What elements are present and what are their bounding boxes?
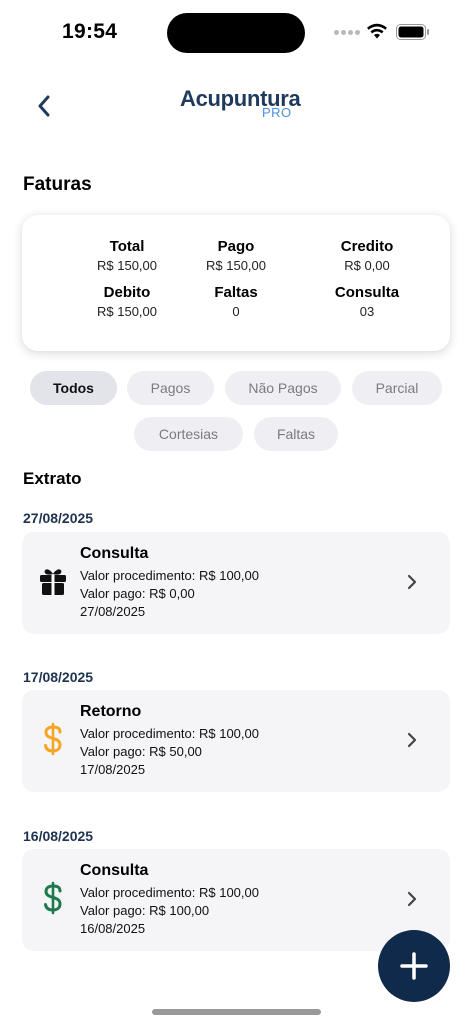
entry-title: Consulta	[80, 862, 149, 879]
status-bar: 19:54	[0, 0, 472, 64]
entry-date: 27/08/2025	[80, 604, 146, 619]
stat-faltas-value: 0	[232, 304, 240, 319]
stat-credito-value: R$ 0,00	[344, 258, 390, 273]
invoice-entry-card[interactable]: Retorno Valor procedimento: R$ 100,00 Va…	[22, 690, 450, 792]
entry-title: Retorno	[80, 703, 142, 720]
home-indicator[interactable]	[152, 1009, 321, 1015]
filter-chip-nao-pagos[interactable]: Não Pagos	[225, 371, 341, 405]
app-logo: Acupuntura PRO	[180, 86, 301, 126]
chevron-right-icon	[407, 574, 417, 590]
filter-chip-cortesias[interactable]: Cortesias	[134, 417, 243, 451]
dynamic-island	[167, 13, 305, 53]
invoice-entry-card[interactable]: Consulta Valor procedimento: R$ 100,00 V…	[22, 532, 450, 634]
entry-valor-pago: Valor pago: R$ 50,00	[80, 744, 202, 759]
filter-chip-todos[interactable]: Todos	[30, 371, 117, 405]
invoice-entry-card[interactable]: Consulta Valor procedimento: R$ 100,00 V…	[22, 849, 450, 951]
stat-consulta-value: 03	[359, 304, 375, 319]
battery-icon	[396, 24, 429, 40]
stat-faltas-label: Faltas	[214, 284, 258, 301]
dollar-icon	[36, 722, 70, 756]
stat-consulta: Consulta 03	[302, 284, 432, 319]
add-invoice-button[interactable]	[378, 930, 450, 1002]
entry-title: Consulta	[80, 545, 149, 562]
entry-valor-procedimento: Valor procedimento: R$ 100,00	[80, 726, 259, 741]
chevron-right-icon	[407, 732, 417, 748]
entry-valor-procedimento: Valor procedimento: R$ 100,00	[80, 885, 259, 900]
stat-faltas: Faltas 0	[171, 284, 301, 319]
gift-icon	[36, 564, 70, 598]
entry-valor-pago: Valor pago: R$ 100,00	[80, 903, 210, 918]
stat-pago-label: Pago	[217, 238, 255, 255]
filter-chip-parcial[interactable]: Parcial	[352, 371, 442, 405]
page-title: Faturas	[23, 174, 92, 195]
status-time: 19:54	[62, 20, 118, 43]
chevron-left-icon	[38, 95, 50, 117]
plus-icon	[400, 952, 428, 980]
stat-consulta-label: Consulta	[334, 284, 400, 301]
filter-chip-faltas[interactable]: Faltas	[254, 417, 338, 451]
cellular-signal-icon	[334, 30, 360, 36]
extrato-title: Extrato	[23, 469, 82, 488]
stat-credito-label: Credito	[340, 238, 394, 255]
logo-sub-text: PRO	[262, 105, 292, 120]
entry-date: 17/08/2025	[80, 762, 146, 777]
chevron-right-icon	[407, 891, 417, 907]
dollar-icon	[36, 881, 70, 915]
stat-credito: Credito R$ 0,00	[302, 238, 432, 273]
date-header: 16/08/2025	[23, 828, 94, 844]
stat-pago-value: R$ 150,00	[206, 258, 266, 273]
entry-valor-procedimento: Valor procedimento: R$ 100,00	[80, 568, 259, 583]
entry-date: 16/08/2025	[80, 921, 146, 936]
stat-pago: Pago R$ 150,00	[171, 238, 301, 273]
filter-chip-pagos[interactable]: Pagos	[127, 371, 214, 405]
date-header: 17/08/2025	[23, 669, 94, 685]
date-header: 27/08/2025	[23, 510, 94, 526]
wifi-icon	[367, 23, 387, 39]
summary-card: Total R$ 150,00 Pago R$ 150,00 Credito R…	[22, 215, 450, 351]
entry-valor-pago: Valor pago: R$ 0,00	[80, 586, 195, 601]
back-button[interactable]	[30, 92, 58, 120]
